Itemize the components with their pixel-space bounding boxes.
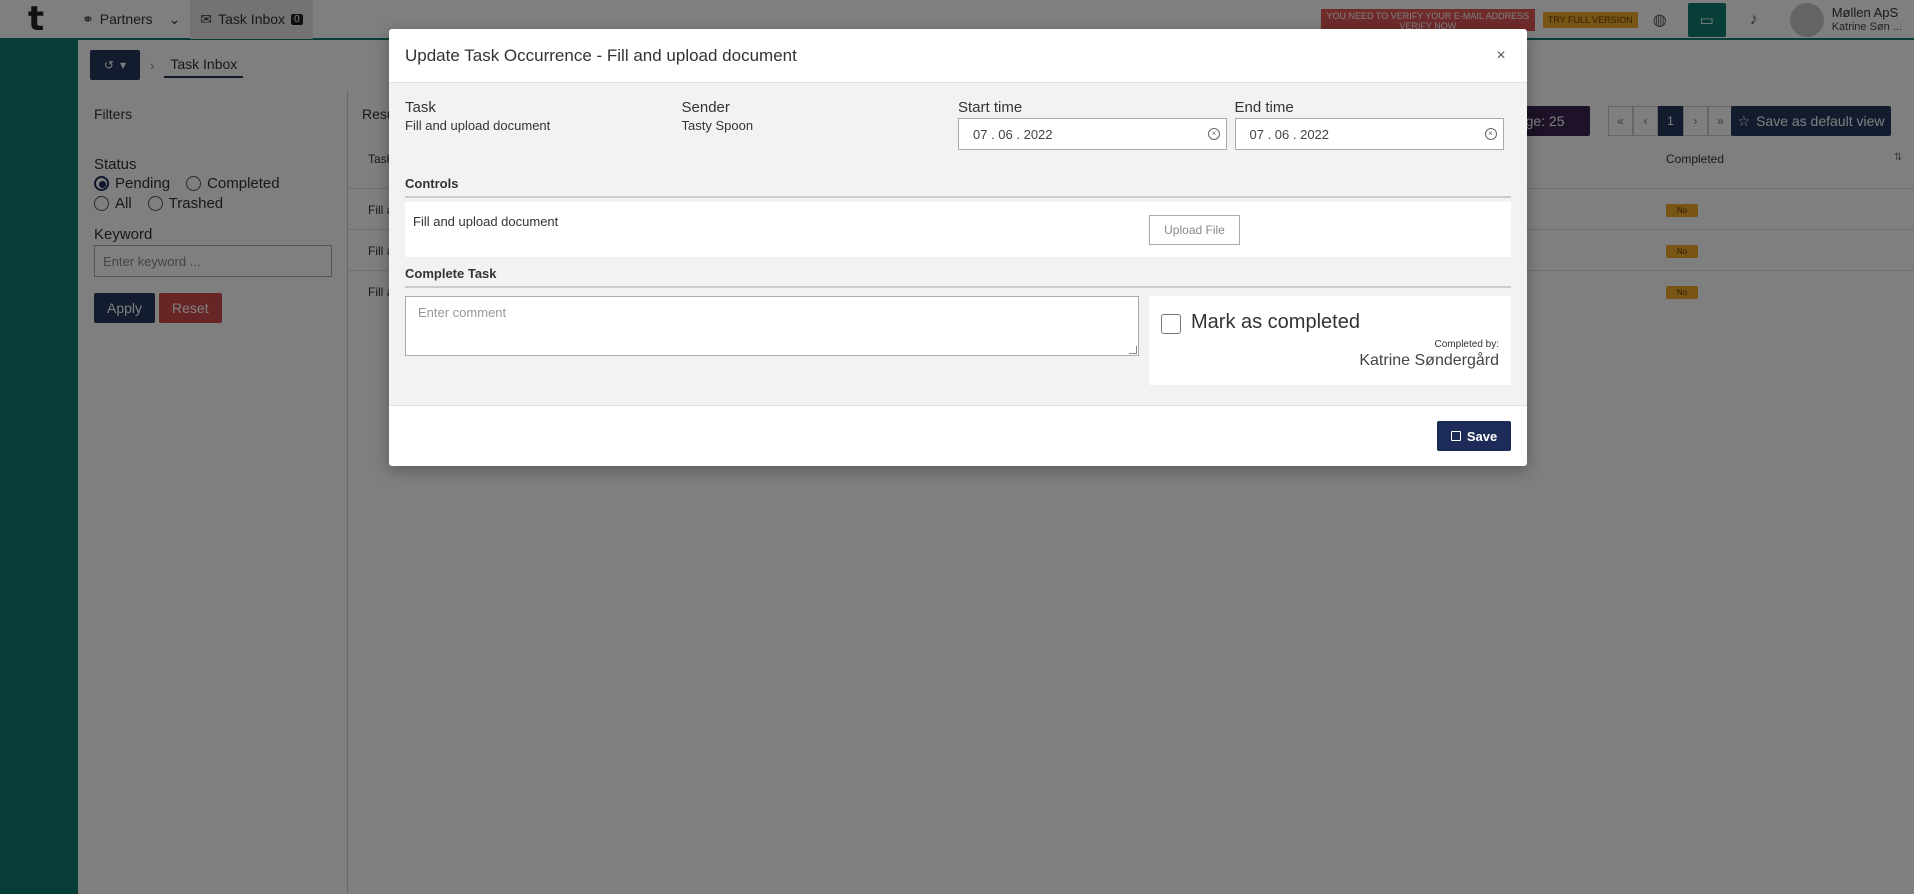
completed-by-name: Katrine Søndergård: [1359, 352, 1499, 369]
task-value: Fill and upload document: [405, 118, 551, 133]
mark-completed-label[interactable]: Mark as completed: [1191, 311, 1360, 334]
completed-by-label: Completed by:: [1434, 339, 1499, 350]
complete-task-section-title: Complete Task: [405, 266, 1511, 288]
floppy-icon: [1450, 431, 1461, 441]
start-time-value: 07 . 06 . 2022: [973, 126, 1053, 142]
control-name: Fill and upload document: [413, 214, 559, 229]
sender-label: Sender: [681, 99, 730, 116]
modal-title: Update Task Occurrence - Fill and upload…: [405, 45, 797, 65]
modal-body: Task Fill and upload document Sender Tas…: [389, 83, 1527, 405]
save-label: Save: [1466, 428, 1498, 444]
controls-section-title: Controls: [405, 176, 1511, 198]
task-label: Task: [405, 99, 436, 116]
modal-header: Update Task Occurrence - Fill and upload…: [389, 29, 1527, 83]
end-time-label: End time: [1234, 99, 1294, 116]
start-time-label: Start time: [958, 99, 1023, 116]
clear-icon[interactable]: ×: [1484, 128, 1497, 140]
modal-footer: Save: [389, 405, 1527, 466]
comment-placeholder: Enter comment: [418, 305, 507, 320]
start-time-input[interactable]: 07 . 06 . 2022 ×: [958, 118, 1227, 150]
mark-completed-checkbox[interactable]: [1161, 314, 1181, 334]
update-task-modal: Update Task Occurrence - Fill and upload…: [389, 29, 1527, 466]
end-time-input[interactable]: 07 . 06 . 2022 ×: [1234, 118, 1504, 150]
close-icon[interactable]: ×: [1491, 47, 1511, 65]
upload-file-button[interactable]: Upload File: [1149, 215, 1240, 245]
control-row: Fill and upload document Upload File: [405, 202, 1511, 257]
comment-textarea[interactable]: Enter comment: [405, 296, 1139, 356]
mark-completed-panel: Mark as completed Completed by: Katrine …: [1149, 296, 1511, 385]
save-button[interactable]: Save: [1437, 421, 1511, 451]
resize-handle-icon[interactable]: [1129, 346, 1137, 354]
clear-icon[interactable]: ×: [1208, 128, 1220, 140]
end-time-value: 07 . 06 . 2022: [1249, 126, 1330, 142]
sender-value: Tasty Spoon: [681, 118, 754, 133]
